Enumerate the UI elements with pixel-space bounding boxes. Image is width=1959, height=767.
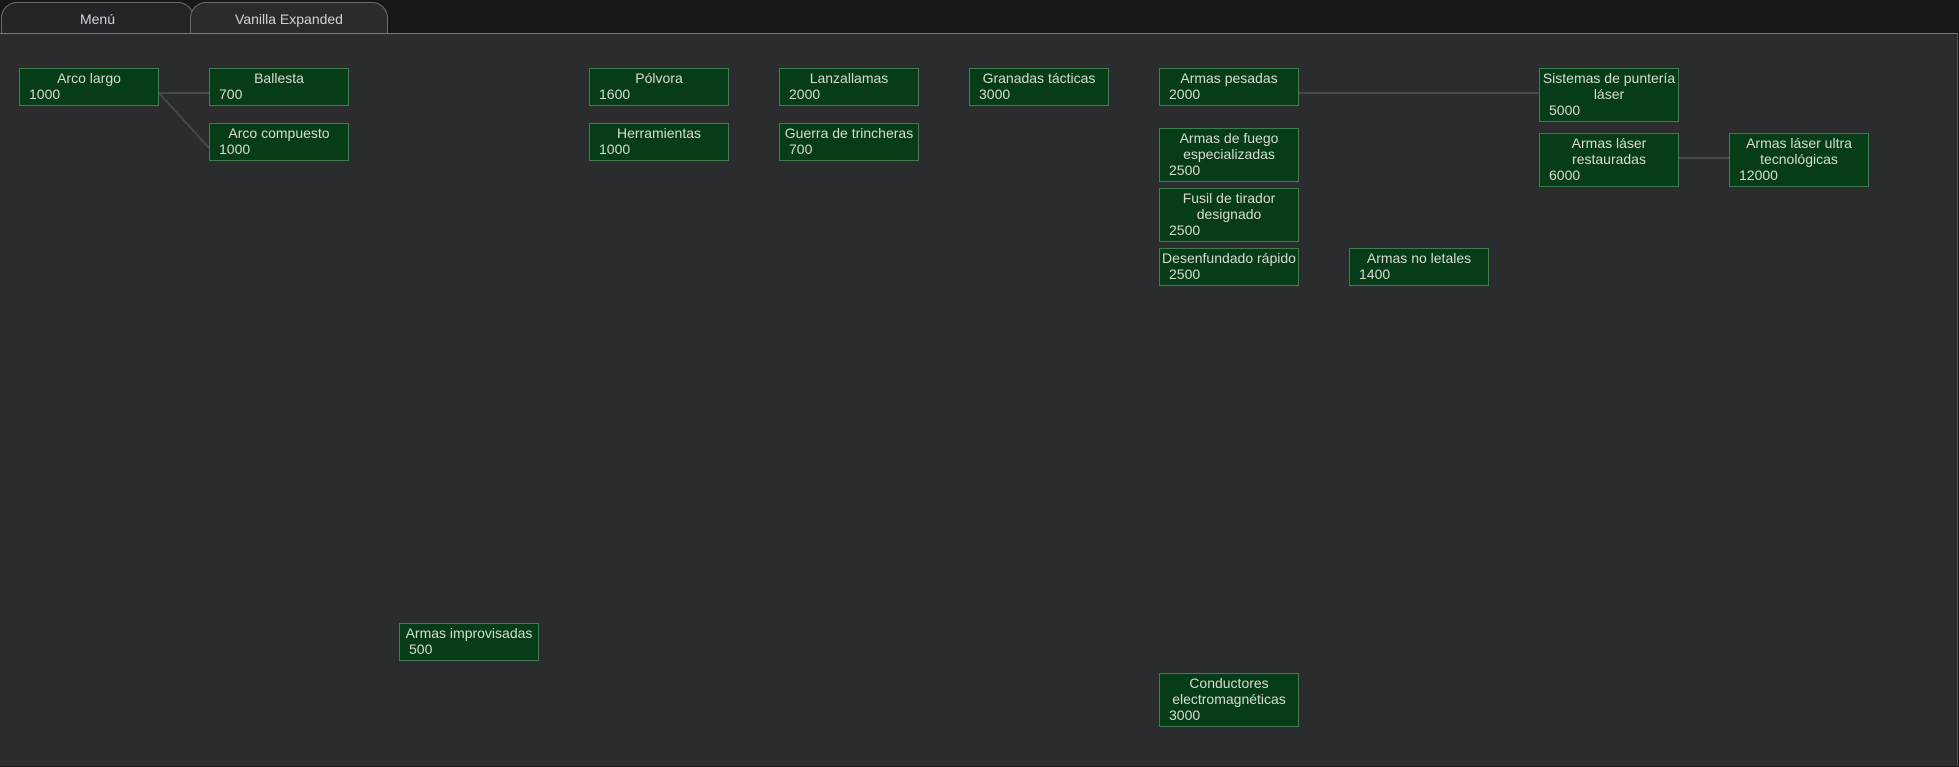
research-cost: 5000 — [1549, 102, 1581, 118]
research-cost: 3000 — [1169, 707, 1201, 723]
research-label: Sistemas de puntería láser — [1542, 70, 1676, 102]
research-node-lanzallamas[interactable]: Lanzallamas 2000 — [779, 68, 919, 106]
research-node-polvora[interactable]: Pólvora 1600 — [589, 68, 729, 106]
research-label: Fusil de tirador designado — [1182, 190, 1276, 222]
research-node-fusil-de-tirador-designado[interactable]: Fusil de tirador designado 2500 — [1159, 188, 1299, 242]
research-node-armas-laser-ultra-tecnologicas[interactable]: Armas láser ultra tecnológicas 12000 — [1729, 133, 1869, 187]
research-label: Ballesta — [254, 70, 304, 86]
research-label: Armas láser ultra tecnológicas — [1746, 135, 1852, 167]
research-label: Granadas tácticas — [982, 70, 1096, 86]
research-cost: 500 — [409, 641, 433, 657]
research-cost: 1000 — [219, 141, 251, 157]
research-label: Guerra de trincheras — [784, 125, 914, 141]
research-cost: 2000 — [789, 86, 821, 102]
research-label: Conductores electromagnéticas — [1172, 675, 1286, 707]
research-cost: 1600 — [599, 86, 631, 102]
research-node-ballesta[interactable]: Ballesta 700 — [209, 68, 349, 106]
research-label: Arco largo — [57, 70, 121, 86]
research-label: Armas láser restauradas — [1571, 135, 1647, 167]
tab-bar: Menú Vanilla Expanded — [0, 0, 1959, 34]
research-cost: 700 — [789, 141, 813, 157]
research-cost: 6000 — [1549, 167, 1581, 183]
research-cost: 2500 — [1169, 222, 1201, 238]
research-node-armas-no-letales[interactable]: Armas no letales 1400 — [1349, 248, 1489, 286]
research-node-armas-improvisadas[interactable]: Armas improvisadas 500 — [399, 623, 539, 661]
research-node-arco-compuesto[interactable]: Arco compuesto 1000 — [209, 123, 349, 161]
research-cost: 1000 — [599, 141, 631, 157]
research-label: Herramientas — [616, 125, 702, 141]
research-cost: 2500 — [1169, 266, 1201, 282]
research-node-armas-pesadas[interactable]: Armas pesadas 2000 — [1159, 68, 1299, 106]
research-label: Armas de fuego especializadas — [1179, 130, 1279, 162]
research-cost: 1000 — [29, 86, 61, 102]
research-label: Arco compuesto — [228, 125, 330, 141]
research-label: Lanzallamas — [809, 70, 889, 86]
research-cost: 1400 — [1359, 266, 1391, 282]
research-cost: 2500 — [1169, 162, 1201, 178]
tab-vanilla-expanded[interactable]: Vanilla Expanded — [190, 2, 388, 34]
research-cost: 2000 — [1169, 86, 1201, 102]
research-node-guerra-de-trincheras[interactable]: Guerra de trincheras 700 — [779, 123, 919, 161]
research-label: Desenfundado rápido — [1162, 250, 1296, 266]
research-cost: 3000 — [979, 86, 1011, 102]
research-label: Pólvora — [635, 70, 683, 86]
research-node-desenfundado-rapido[interactable]: Desenfundado rápido 2500 — [1159, 248, 1299, 286]
research-node-herramientas[interactable]: Herramientas 1000 — [589, 123, 729, 161]
research-label: Armas improvisadas — [405, 625, 533, 641]
research-cost: 12000 — [1739, 167, 1778, 183]
research-label: Armas pesadas — [1180, 70, 1278, 86]
research-cost: 700 — [219, 86, 243, 102]
research-node-sistemas-de-punteria-laser[interactable]: Sistemas de puntería láser 5000 — [1539, 68, 1679, 122]
research-node-conductores-electromagneticas[interactable]: Conductores electromagnéticas 3000 — [1159, 673, 1299, 727]
research-node-granadas-tacticas[interactable]: Granadas tácticas 3000 — [969, 68, 1109, 106]
research-node-armas-de-fuego-especializadas[interactable]: Armas de fuego especializadas 2500 — [1159, 128, 1299, 182]
tab-menu[interactable]: Menú — [1, 2, 194, 34]
research-label: Armas no letales — [1366, 250, 1472, 266]
research-node-arco-largo[interactable]: Arco largo 1000 — [19, 68, 159, 106]
research-node-armas-laser-restauradas[interactable]: Armas láser restauradas 6000 — [1539, 133, 1679, 187]
